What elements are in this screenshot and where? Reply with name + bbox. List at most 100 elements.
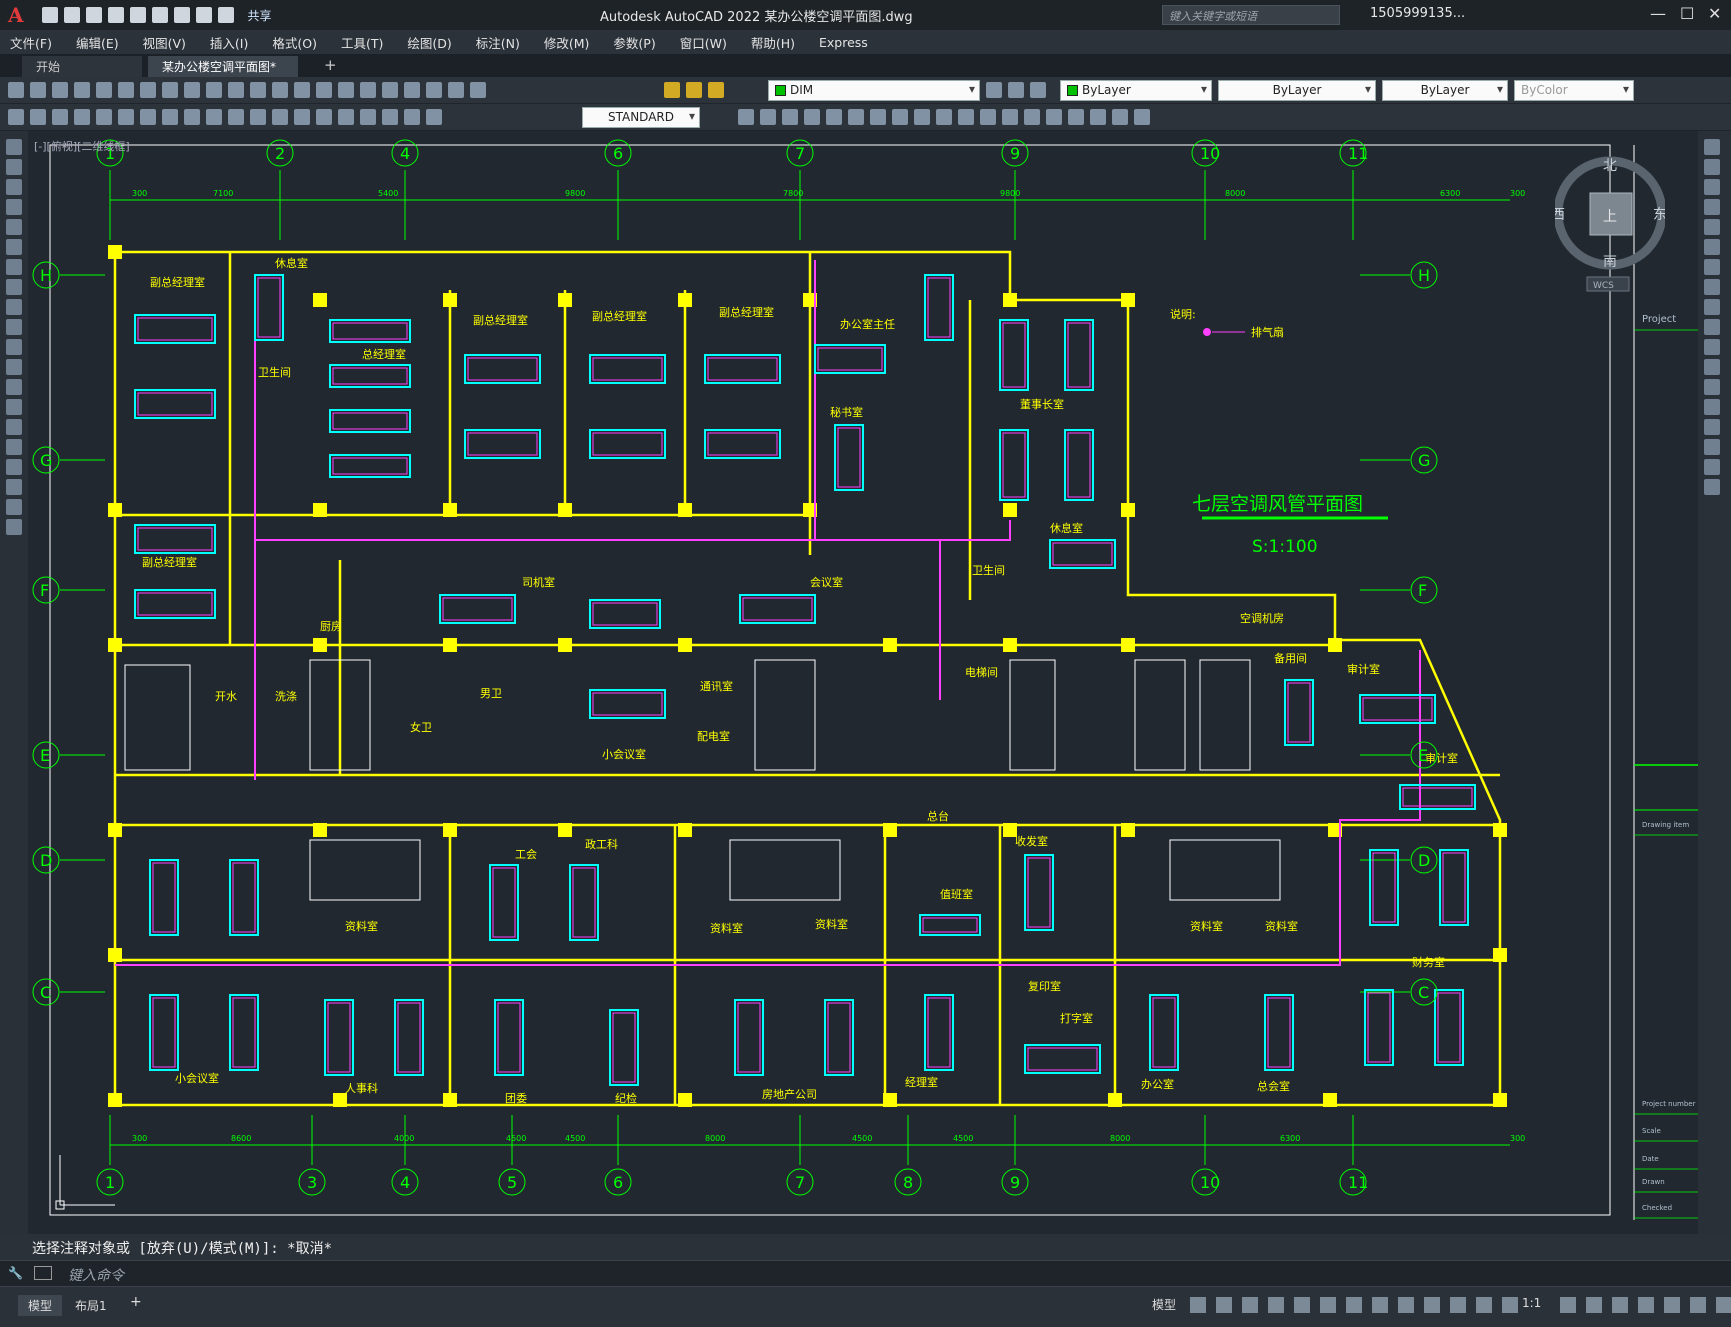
preview-icon[interactable] <box>96 82 112 98</box>
draw-tool-icon[interactable] <box>6 239 22 255</box>
annotation-scale-icon[interactable] <box>1502 1297 1518 1313</box>
user-account[interactable]: 1505999135... <box>1370 6 1465 21</box>
auto-scale-icon[interactable] <box>1476 1297 1492 1313</box>
layer-properties-icon[interactable] <box>1030 82 1046 98</box>
zoom-icon[interactable] <box>294 82 310 98</box>
model-space-toggle[interactable]: 模型 <box>1152 1296 1176 1313</box>
plot-icon[interactable] <box>74 82 90 98</box>
cut-icon[interactable] <box>140 82 156 98</box>
add-layout-button[interactable]: + <box>120 1292 152 1312</box>
drawing-canvas[interactable]: 副总经理室 休息室 卫生间 总经理室 副总经理室 副总经理室 副总经理室 办公室主任 秘书室 董事… <box>28 131 1698 1234</box>
draw-tool-icon[interactable] <box>6 439 22 455</box>
layer-match-icon[interactable] <box>1008 82 1024 98</box>
tab-start[interactable]: 开始 <box>22 56 142 77</box>
layer-freeze-icon[interactable] <box>686 82 702 98</box>
customize-icon[interactable] <box>1716 1297 1731 1313</box>
redo-icon[interactable] <box>250 82 266 98</box>
modify-tool-icon[interactable] <box>1704 479 1720 495</box>
modify-tool-icon[interactable] <box>1704 239 1720 255</box>
center-mark-icon[interactable] <box>316 109 332 125</box>
draw-tool-icon[interactable] <box>6 359 22 375</box>
sheet-set-icon[interactable] <box>404 82 420 98</box>
chamfer-icon[interactable] <box>1024 109 1040 125</box>
dim-update-icon[interactable] <box>426 109 442 125</box>
array-icon[interactable] <box>826 109 842 125</box>
help-icon[interactable] <box>470 82 486 98</box>
explode-icon[interactable] <box>1090 109 1106 125</box>
draw-tool-icon[interactable] <box>6 279 22 295</box>
open-icon[interactable] <box>30 82 46 98</box>
units-icon[interactable] <box>1612 1297 1628 1313</box>
draw-tool-icon[interactable] <box>6 499 22 515</box>
new-icon[interactable] <box>8 82 24 98</box>
undo-icon[interactable] <box>195 7 212 23</box>
snap-icon[interactable] <box>1216 1297 1232 1313</box>
menu-item-12[interactable]: Express <box>819 35 868 50</box>
save-icon[interactable] <box>52 82 68 98</box>
viewcube-east[interactable]: 东 <box>1653 207 1667 223</box>
layer-dropdown[interactable]: DIM <box>768 80 980 101</box>
modify-tool-icon[interactable] <box>1704 259 1720 275</box>
viewcube-top-face[interactable]: 上 <box>1603 209 1617 225</box>
linetype-dropdown[interactable]: ByLayer <box>1218 80 1376 101</box>
menu-item-8[interactable]: 修改(M) <box>544 33 590 52</box>
dim-continue-icon[interactable] <box>228 109 244 125</box>
rotate-icon[interactable] <box>870 109 886 125</box>
command-line[interactable]: 🔧 键入命令 <box>0 1260 1731 1286</box>
dim-break-icon[interactable] <box>272 109 288 125</box>
jogged-linear-icon[interactable] <box>360 109 376 125</box>
draw-tool-icon[interactable] <box>6 519 22 535</box>
new-tab-button[interactable]: + <box>310 54 351 75</box>
layer-previous-icon[interactable] <box>986 82 1002 98</box>
lineweight-icon[interactable] <box>1372 1297 1388 1313</box>
viewport-controls[interactable]: [-][俯视][二维线框] <box>34 138 130 154</box>
save-icon[interactable] <box>85 7 102 23</box>
layout-tab-layout1[interactable]: 布局1 <box>65 1295 117 1316</box>
autocad-logo[interactable]: A <box>8 3 24 27</box>
menu-item-11[interactable]: 帮助(H) <box>751 33 795 52</box>
dim-linear-icon[interactable] <box>8 109 24 125</box>
menu-item-3[interactable]: 插入(I) <box>210 33 248 52</box>
grid-icon[interactable] <box>1190 1297 1206 1313</box>
modify-tool-icon[interactable] <box>1704 179 1720 195</box>
menu-item-0[interactable]: 文件(F) <box>10 33 52 52</box>
menu-item-5[interactable]: 工具(T) <box>341 33 383 52</box>
design-center-icon[interactable] <box>360 82 376 98</box>
annotation-visibility-icon[interactable] <box>1450 1297 1466 1313</box>
paste-icon[interactable] <box>184 82 200 98</box>
join-icon[interactable] <box>1002 109 1018 125</box>
stretch-icon[interactable] <box>914 109 930 125</box>
menu-item-6[interactable]: 绘图(D) <box>407 33 451 52</box>
publish-icon[interactable] <box>118 82 134 98</box>
menu-item-7[interactable]: 标注(N) <box>476 33 520 52</box>
break-icon[interactable] <box>980 109 996 125</box>
draw-tool-icon[interactable] <box>6 379 22 395</box>
menu-item-4[interactable]: 格式(O) <box>272 33 317 52</box>
modify-tool-icon[interactable] <box>1704 339 1720 355</box>
markup-icon[interactable] <box>426 82 442 98</box>
transparency-icon[interactable] <box>1398 1297 1414 1313</box>
tolerance-icon[interactable] <box>294 109 310 125</box>
modify-tool-icon[interactable] <box>1704 279 1720 295</box>
inspect-icon[interactable] <box>338 109 354 125</box>
modify-tool-icon[interactable] <box>1704 359 1720 375</box>
save-web-icon[interactable] <box>151 7 168 23</box>
modify-tool-icon[interactable] <box>1704 199 1720 215</box>
save-as-icon[interactable] <box>107 7 124 23</box>
undo-icon[interactable] <box>228 82 244 98</box>
lineweight-dropdown[interactable]: ByLayer <box>1382 80 1508 101</box>
osnap-icon[interactable] <box>1346 1297 1362 1313</box>
dim-space-icon[interactable] <box>250 109 266 125</box>
menu-item-10[interactable]: 窗口(W) <box>680 33 727 52</box>
open-web-icon[interactable] <box>129 7 146 23</box>
draw-tool-icon[interactable] <box>6 139 22 155</box>
layout-tab-model[interactable]: 模型 <box>18 1295 63 1316</box>
calculator-icon[interactable] <box>448 82 464 98</box>
search-input[interactable]: 键入关键字或短语 <box>1162 5 1340 25</box>
menu-item-2[interactable]: 视图(V) <box>143 33 186 52</box>
draw-tool-icon[interactable] <box>6 299 22 315</box>
palette-icon[interactable] <box>382 82 398 98</box>
dim-angular-icon[interactable] <box>162 109 178 125</box>
share-button[interactable]: 共享 <box>248 7 272 24</box>
draw-tool-icon[interactable] <box>6 259 22 275</box>
